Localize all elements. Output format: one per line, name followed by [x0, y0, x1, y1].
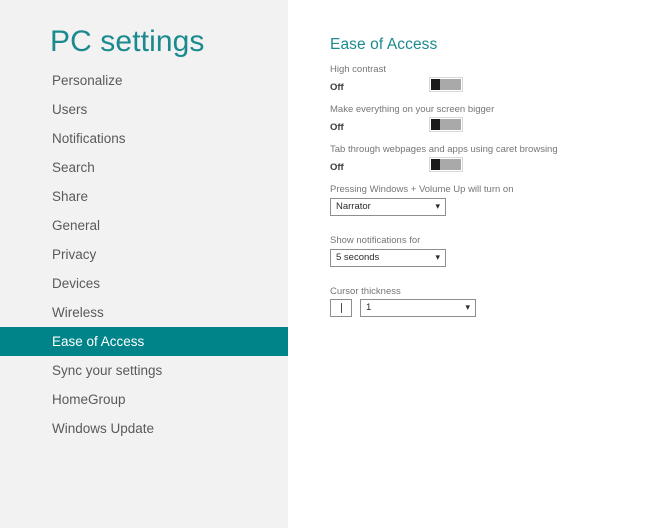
sidebar-item-label: Notifications	[52, 131, 126, 146]
toggle-row: Off	[330, 157, 630, 173]
dropdown-value: 1	[366, 302, 372, 313]
sidebar-item-share[interactable]: Share	[0, 182, 288, 211]
sidebar-item-label: Search	[52, 160, 95, 175]
sidebar-item-search[interactable]: Search	[0, 153, 288, 182]
toggle-knob	[431, 159, 440, 170]
sidebar-nav-list: Personalize Users Notifications Search S…	[0, 66, 288, 443]
setting-label: Tab through webpages and apps using care…	[330, 144, 558, 155]
sidebar-item-label: Devices	[52, 276, 101, 291]
sidebar-item-sync-your-settings[interactable]: Sync your settings	[0, 356, 288, 385]
page-title: PC settings	[50, 25, 205, 58]
sidebar-item-label: General	[52, 218, 101, 233]
sidebar-item-label: Share	[52, 189, 89, 204]
toggle-row: Off	[330, 117, 630, 133]
pc-settings-window: PC settings Personalize Users Notificati…	[0, 0, 660, 528]
sidebar-item-label: Privacy	[52, 247, 97, 262]
sidebar-item-label: HomeGroup	[52, 392, 126, 407]
sidebar-item-label: Users	[52, 102, 88, 117]
toggle-row: Off	[330, 77, 630, 93]
toggle-state-label: Off	[330, 122, 344, 133]
sidebar-item-label: Sync your settings	[52, 363, 163, 378]
setting-label: High contrast	[330, 64, 386, 75]
dropdown-value: 5 seconds	[336, 252, 380, 263]
cursor-thickness-dropdown[interactable]: 1 ▾	[360, 299, 476, 317]
sidebar-item-wireless[interactable]: Wireless	[0, 298, 288, 327]
setting-label: Show notifications for	[330, 235, 421, 246]
sidebar-item-general[interactable]: General	[0, 211, 288, 240]
sidebar-item-devices[interactable]: Devices	[0, 269, 288, 298]
setting-notifications-duration: Show notifications for 5 seconds ▾	[330, 234, 630, 267]
cursor-thickness-preview	[330, 299, 352, 317]
sidebar-item-label: Windows Update	[52, 421, 155, 436]
settings-list: High contrast Off Make everything on you…	[330, 63, 630, 324]
setting-high-contrast: High contrast Off	[330, 63, 630, 93]
setting-label: Pressing Windows + Volume Up will turn o…	[330, 184, 514, 195]
sidebar-item-label: Personalize	[52, 73, 123, 88]
sidebar: PC settings Personalize Users Notificati…	[0, 0, 288, 528]
sidebar-item-label: Wireless	[52, 305, 104, 320]
make-everything-bigger-toggle[interactable]	[430, 118, 462, 131]
high-contrast-toggle[interactable]	[430, 78, 462, 91]
sidebar-item-personalize[interactable]: Personalize	[0, 66, 288, 95]
content-heading: Ease of Access	[330, 36, 438, 53]
sidebar-item-notifications[interactable]: Notifications	[0, 124, 288, 153]
toggle-knob	[431, 119, 440, 130]
toggle-knob	[431, 79, 440, 90]
sidebar-item-ease-of-access[interactable]: Ease of Access	[0, 327, 288, 356]
caret-browsing-toggle[interactable]	[430, 158, 462, 171]
setting-caret-browsing: Tab through webpages and apps using care…	[330, 143, 630, 173]
setting-volume-up-shortcut: Pressing Windows + Volume Up will turn o…	[330, 183, 630, 216]
notifications-duration-dropdown[interactable]: 5 seconds ▾	[330, 249, 446, 267]
caret-icon	[340, 303, 342, 313]
sidebar-item-users[interactable]: Users	[0, 95, 288, 124]
chevron-down-icon: ▾	[465, 302, 470, 312]
sidebar-item-homegroup[interactable]: HomeGroup	[0, 385, 288, 414]
setting-cursor-thickness: Cursor thickness 1 ▾	[330, 285, 630, 317]
volume-up-shortcut-dropdown[interactable]: Narrator ▾	[330, 198, 446, 216]
setting-make-everything-bigger: Make everything on your screen bigger Of…	[330, 103, 630, 133]
sidebar-item-label: Ease of Access	[52, 334, 145, 349]
content-panel: Ease of Access High contrast Off Make ev…	[288, 0, 660, 528]
dropdown-value: Narrator	[336, 201, 371, 212]
toggle-state-label: Off	[330, 162, 344, 173]
setting-label: Cursor thickness	[330, 286, 401, 297]
toggle-state-label: Off	[330, 82, 344, 93]
cursor-thickness-row: 1 ▾	[330, 299, 630, 317]
chevron-down-icon: ▾	[435, 201, 440, 211]
sidebar-item-privacy[interactable]: Privacy	[0, 240, 288, 269]
sidebar-item-windows-update[interactable]: Windows Update	[0, 414, 288, 443]
setting-label: Make everything on your screen bigger	[330, 104, 495, 115]
chevron-down-icon: ▾	[435, 252, 440, 262]
